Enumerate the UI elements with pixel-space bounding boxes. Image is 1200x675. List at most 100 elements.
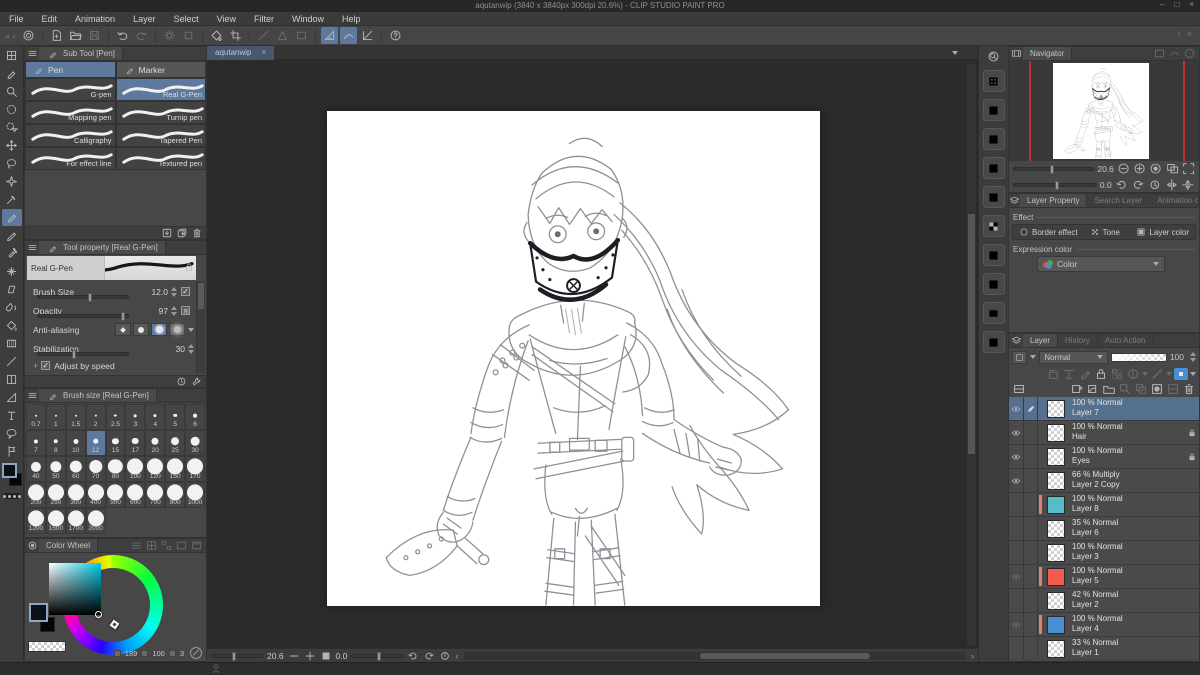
straight-line-icon[interactable]	[255, 27, 272, 44]
rotation-slider[interactable]	[351, 651, 404, 661]
brush-size-cell[interactable]: 700	[145, 482, 166, 508]
layer-row[interactable]: 100 % Normal Eyes	[1009, 445, 1199, 469]
pen-subtool-item[interactable]: Calligraphy	[25, 124, 116, 147]
color-history-tab-icon[interactable]	[190, 540, 203, 551]
brush-size-cell[interactable]: 70	[85, 456, 106, 482]
brush-size-cell[interactable]: 1	[45, 404, 66, 430]
blend-mode-dropdown[interactable]: Normal	[1039, 350, 1109, 364]
brush-size-cell[interactable]: 3	[125, 404, 146, 430]
wrench-icon[interactable]	[191, 377, 202, 387]
brush-size-stepper[interactable]	[171, 286, 177, 297]
subtool-tab[interactable]: Pen	[25, 61, 116, 78]
brush-size-cell[interactable]: 2	[85, 404, 106, 430]
layer-opacity-value[interactable]: 100	[1170, 352, 1184, 362]
opacity-stepper[interactable]	[171, 305, 177, 316]
layer-row[interactable]: 100 % Normal Hair	[1009, 421, 1199, 445]
panel-menu-icon[interactable]	[25, 48, 39, 60]
border-effect-button[interactable]: Border effect	[1013, 227, 1084, 237]
intermediate-color-tab-icon[interactable]	[160, 540, 173, 551]
layer-row[interactable]: 100 % Normal Layer 8	[1009, 493, 1199, 517]
brush-size-cell[interactable]: 1700	[65, 508, 86, 534]
sv-cursor[interactable]	[95, 611, 102, 618]
brush-size-cell[interactable]: 0.7	[26, 404, 46, 430]
layer-row[interactable]: 66 % Multiply Layer 2 Copy	[1009, 469, 1199, 493]
menu-item[interactable]: Layer	[124, 14, 165, 24]
navigator-rotate-value[interactable]: 0.0	[1100, 180, 1112, 190]
undo-icon[interactable]	[114, 27, 131, 44]
ruler-tool-icon[interactable]	[2, 389, 22, 406]
layer-tab[interactable]: Layer	[1023, 334, 1059, 347]
brush-size-cell[interactable]: 7	[26, 430, 46, 456]
open-file-icon[interactable]	[67, 27, 84, 44]
layer-row[interactable]: 100 % Normal Layer 7	[1009, 397, 1199, 421]
layer-visibility-eye-icon[interactable]	[1010, 476, 1022, 486]
opacity-slider[interactable]	[37, 312, 129, 321]
color-wheel-tab[interactable]: Color Wheel	[39, 539, 99, 552]
nav-reset-rotate-icon[interactable]	[1148, 179, 1162, 192]
layer-row[interactable]: 42 % Normal Layer 2	[1009, 589, 1199, 613]
layer-row[interactable]: 100 % Normal Layer 4	[1009, 613, 1199, 637]
menu-item[interactable]: Window	[283, 14, 333, 24]
palette-color-icon[interactable]	[1012, 350, 1028, 364]
help-icon[interactable]	[387, 27, 404, 44]
brush-size-value[interactable]: 12.0	[151, 287, 168, 297]
brush-size-cell[interactable]: 10	[65, 430, 86, 456]
color-set-tab-icon[interactable]	[145, 540, 158, 551]
navigator-rotate-slider[interactable]	[1013, 181, 1097, 190]
navigator-preview[interactable]	[1009, 61, 1199, 161]
zoom-value[interactable]: 20.6	[267, 651, 284, 661]
material-checker-icon[interactable]	[982, 215, 1005, 237]
aa-dropdown-caret[interactable]	[188, 328, 194, 332]
panel-menu-icon[interactable]	[25, 242, 39, 254]
approx-color-tab-icon[interactable]	[175, 540, 188, 551]
material-close-icon[interactable]	[982, 128, 1005, 150]
redo-icon[interactable]	[133, 27, 150, 44]
auto-action-tab[interactable]: Auto Action	[1098, 334, 1154, 347]
nav-fit-window-icon[interactable]	[1182, 163, 1195, 176]
clear-icon[interactable]	[180, 27, 197, 44]
collapse-left-icon[interactable]: ‹	[455, 651, 458, 661]
apply-mask-icon[interactable]	[1166, 383, 1180, 395]
layer-visibility-eye-icon[interactable]	[1010, 428, 1022, 438]
brush-size-cell[interactable]: 600	[125, 482, 146, 508]
reset-rotation-icon[interactable]	[439, 650, 451, 662]
layer-visibility-eye-icon[interactable]	[1010, 572, 1022, 582]
brush-size-cell[interactable]: 120	[145, 456, 166, 482]
snap-ruler-icon[interactable]	[320, 27, 338, 44]
layer-thumbnail[interactable]	[1046, 567, 1065, 586]
brush-size-cell[interactable]: 300	[65, 482, 86, 508]
menu-item[interactable]: Select	[165, 14, 208, 24]
brush-size-cell[interactable]: 25	[165, 430, 186, 456]
save-icon[interactable]	[86, 27, 103, 44]
brush-size-cell[interactable]: 100	[125, 456, 146, 482]
brush-size-cell[interactable]: 8	[45, 430, 66, 456]
grid-tool-icon[interactable]	[2, 47, 22, 64]
brush-size-cell[interactable]: 1500	[45, 508, 66, 534]
brush-size-cell[interactable]: 6	[185, 404, 205, 430]
brush-size-cell[interactable]: 150	[165, 456, 186, 482]
opacity-value[interactable]: 97	[159, 306, 168, 316]
item-bank-tab-icon[interactable]	[1168, 48, 1181, 59]
layer-row[interactable]: 100 % Normal Layer 5	[1009, 565, 1199, 589]
new-folder-icon[interactable]	[1102, 383, 1116, 395]
pen-subtool-item[interactable]: Textured pen	[115, 147, 206, 170]
operation-tool-icon[interactable]	[2, 443, 22, 460]
delete-subtool-icon[interactable]	[191, 228, 203, 239]
layer-opacity-stepper[interactable]	[1190, 352, 1196, 362]
menu-item[interactable]: View	[208, 14, 245, 24]
rectangle-icon[interactable]	[293, 27, 310, 44]
expression-color-dropdown[interactable]: Color	[1037, 256, 1165, 272]
navigator-zoom-slider[interactable]	[1013, 165, 1095, 174]
brush-size-cell[interactable]: 250	[45, 482, 66, 508]
fill-icon[interactable]	[208, 27, 225, 44]
nav-flip-vertical-icon[interactable]	[1181, 179, 1195, 192]
stabilization-value[interactable]: 30	[176, 344, 185, 354]
layer-thumbnail[interactable]	[1046, 495, 1065, 514]
workspace-collapse-glyphs[interactable]: « ‹	[5, 31, 16, 41]
nav-zoom-in-icon[interactable]	[1133, 163, 1146, 176]
material-figure-icon[interactable]	[982, 331, 1005, 353]
menu-item[interactable]: Edit	[33, 14, 67, 24]
csp-logo-icon[interactable]	[20, 27, 37, 44]
layer-color-indicator-icon[interactable]	[1174, 367, 1188, 380]
color-swatch-pair[interactable]	[1, 463, 22, 489]
